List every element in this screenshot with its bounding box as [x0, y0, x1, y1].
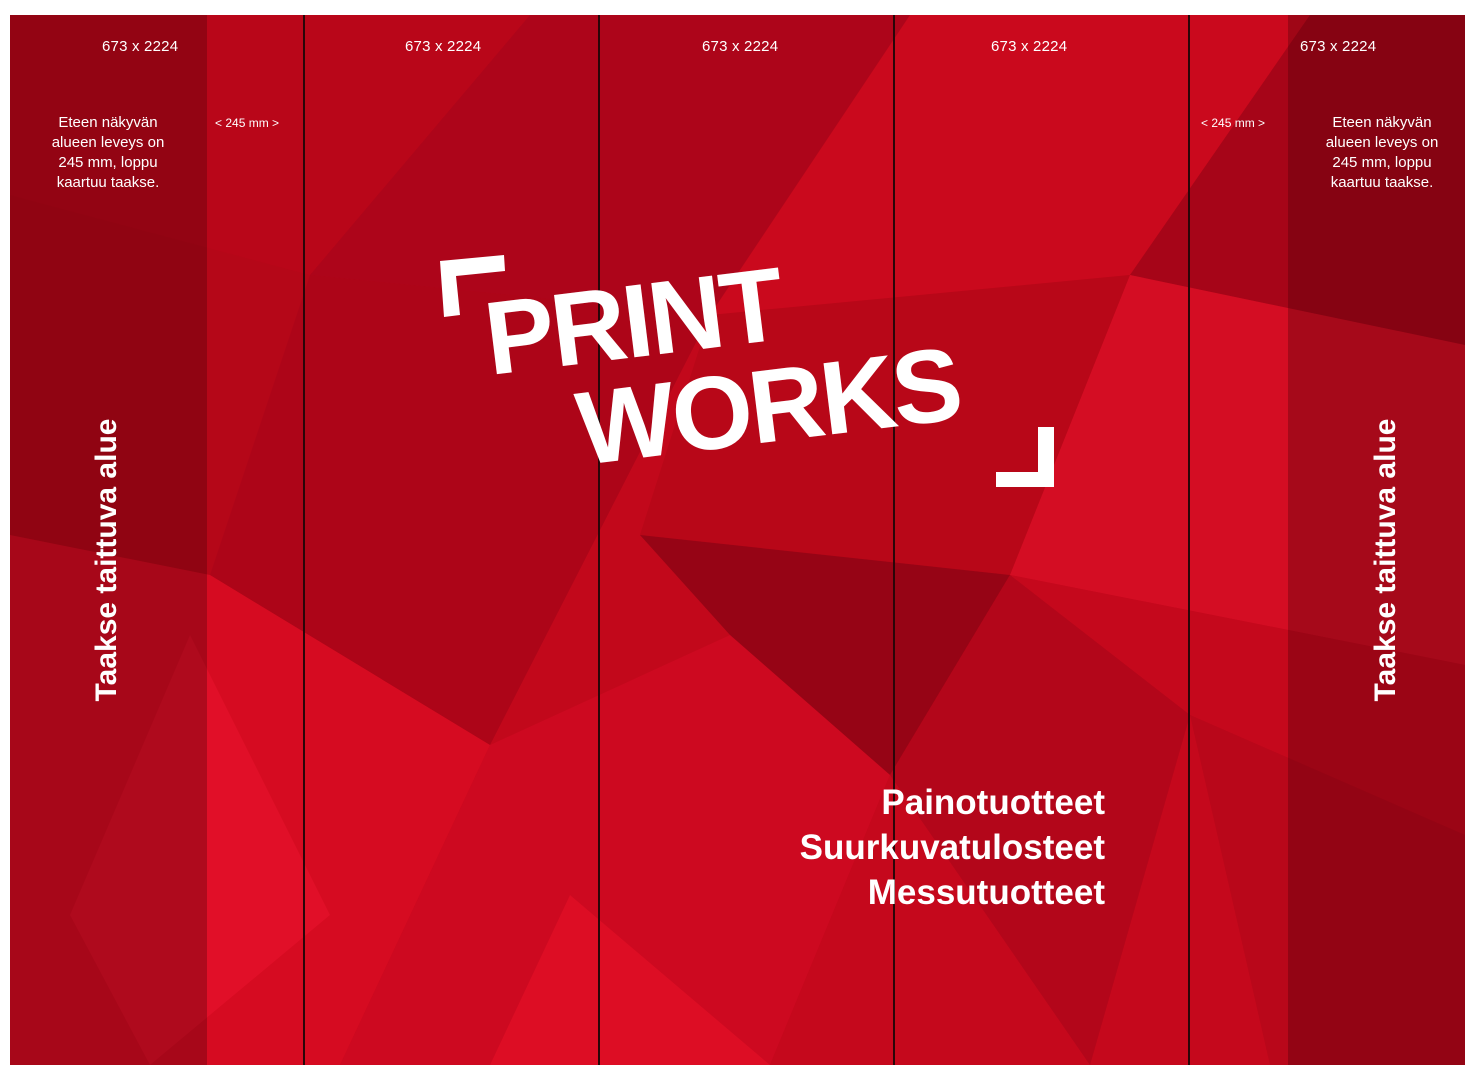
tagline: Messutuotteet [867, 873, 1105, 912]
roll-up-banner: 673 x 2224 673 x 2224 673 x 2224 673 x 2… [10, 15, 1465, 1065]
tagline: Painotuotteet [881, 783, 1105, 822]
logo-bracket-bottom-right [996, 427, 1054, 487]
tagline: Suurkuvatulosteet [799, 828, 1105, 867]
service-taglines: Painotuotteet Suurkuvatulosteet Messutuo… [610, 780, 1105, 915]
